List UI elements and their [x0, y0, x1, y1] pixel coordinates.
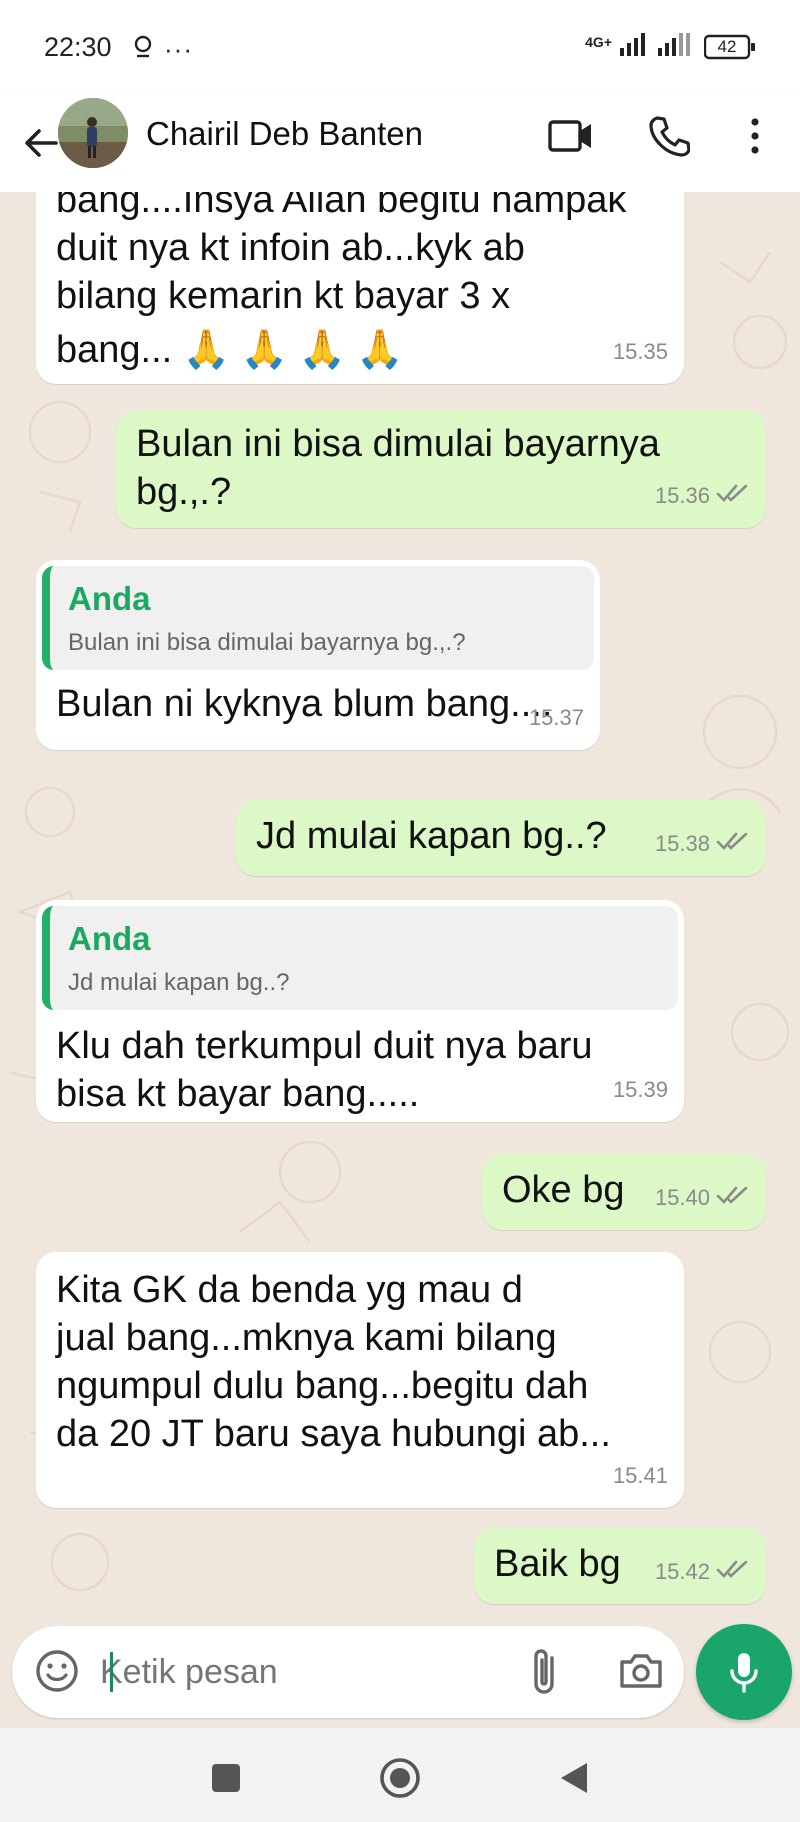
contact-avatar[interactable] — [58, 98, 128, 168]
message-line: Jd mulai kapan bg..? — [256, 815, 607, 857]
home-button[interactable] — [370, 1748, 430, 1808]
message-bubble-outgoing[interactable]: Jd mulai kapan bg..? 15.38 — [236, 800, 766, 876]
overflow-menu-button[interactable] — [728, 111, 782, 161]
message-time: 15.35 — [613, 328, 668, 376]
signal-icon-2 — [658, 32, 696, 61]
message-timestamp: 15.37 — [528, 705, 584, 730]
attach-button[interactable] — [522, 1646, 568, 1703]
contact-name[interactable]: Chairil Deb Banten — [146, 115, 423, 153]
message-line: bang....Insya Allah begitu nampak — [56, 192, 627, 221]
message-line: Bulan ini bisa dimulai bayarnya — [136, 423, 660, 465]
recents-button[interactable] — [196, 1748, 256, 1808]
more-notifications-icon: ··· — [164, 34, 193, 64]
status-left-icons: ··· — [132, 34, 193, 65]
message-text: Bulan ini bisa dimulai bayarnya bg.,.? — [136, 420, 660, 516]
message-timestamp: 15.35 — [612, 339, 668, 364]
message-composer — [12, 1626, 684, 1718]
camera-button[interactable] — [618, 1646, 664, 1699]
system-navigation-bar — [0, 1728, 800, 1822]
message-text: Klu dah terkumpul duit nya baru bisa kt … — [56, 1022, 593, 1118]
signal-icon — [620, 32, 650, 61]
quoted-author: Anda — [68, 580, 151, 617]
quoted-text: Jd mulai kapan bg..? — [68, 969, 290, 996]
back-nav-button[interactable] — [544, 1748, 604, 1808]
message-time: 15.37 — [529, 694, 584, 742]
message-line: bilang kemarin kt bayar 3 x — [56, 275, 511, 317]
message-line: duit nya kt infoin ab...kyk ab — [56, 227, 525, 269]
message-line: ngumpul dulu bang...begitu dah — [56, 1365, 589, 1407]
message-text: bang....Insya Allah begitu nampak duit n… — [56, 192, 626, 380]
message-bubble-incoming[interactable]: Anda Bulan ini bisa dimulai bayarnya bg.… — [36, 560, 600, 750]
message-text: Baik bg — [494, 1540, 621, 1588]
message-text: Bulan ni kyknya blum bang.... — [56, 680, 552, 728]
double-check-icon — [716, 1174, 750, 1222]
message-bubble-outgoing[interactable]: Baik bg 15.42 — [474, 1528, 766, 1604]
double-check-icon — [716, 820, 750, 868]
message-line: bg.,.? — [136, 471, 232, 513]
message-text: Oke bg — [502, 1166, 625, 1214]
message-timestamp: 15.42 — [654, 1559, 710, 1584]
message-bubble-incoming[interactable]: Kita GK da benda yg mau d jual bang...mk… — [36, 1252, 684, 1508]
voice-call-button[interactable] — [642, 111, 696, 161]
double-check-icon — [716, 472, 750, 520]
message-timestamp: 15.38 — [654, 831, 710, 856]
message-time: 15.41 — [613, 1452, 668, 1500]
message-time: 15.40 — [655, 1174, 750, 1222]
message-line: bang... 🙏 🙏 🙏 🙏 — [56, 329, 404, 371]
message-line: jual bang...mknya kami bilang — [56, 1317, 557, 1359]
quoted-author: Anda — [68, 920, 151, 957]
message-time: 15.38 — [655, 820, 750, 868]
battery-icon: 42 — [704, 34, 756, 60]
message-bubble-outgoing[interactable]: Bulan ini bisa dimulai bayarnya bg.,.? 1… — [116, 410, 766, 528]
quoted-message[interactable]: Anda Bulan ini bisa dimulai bayarnya bg.… — [42, 566, 594, 670]
message-timestamp: 15.39 — [612, 1077, 668, 1102]
text-caret — [110, 1652, 113, 1692]
message-bubble-incoming[interactable]: bang....Insya Allah begitu nampak duit n… — [36, 192, 684, 384]
message-line: Kita GK da benda yg mau d — [56, 1269, 523, 1311]
message-time: 15.42 — [655, 1548, 750, 1596]
quoted-message[interactable]: Anda Jd mulai kapan bg..? — [42, 906, 678, 1010]
double-check-icon — [716, 1548, 750, 1596]
location-icon — [132, 34, 154, 65]
message-timestamp: 15.36 — [654, 483, 710, 508]
message-text: Kita GK da benda yg mau d jual bang...mk… — [56, 1266, 611, 1458]
message-line: Oke bg — [502, 1169, 625, 1211]
status-bar: 22:30 ··· 4G+ 42 — [0, 0, 800, 96]
message-line: da 20 JT baru saya hubungi ab... — [56, 1413, 611, 1455]
message-list[interactable]: bang....Insya Allah begitu nampak duit n… — [0, 192, 800, 1628]
emoji-button[interactable] — [34, 1648, 80, 1699]
battery-level: 42 — [717, 36, 737, 56]
message-input[interactable] — [100, 1648, 500, 1696]
message-line: Baik bg — [494, 1543, 621, 1585]
status-time: 22:30 — [44, 32, 112, 62]
status-right-icons: 4G+ 42 — [585, 32, 756, 61]
message-bubble-incoming[interactable]: Anda Jd mulai kapan bg..? Klu dah terkum… — [36, 900, 684, 1122]
message-time: 15.36 — [655, 472, 750, 520]
video-call-button[interactable] — [544, 111, 598, 161]
message-timestamp: 15.41 — [612, 1463, 668, 1488]
message-bubble-outgoing[interactable]: Oke bg 15.40 — [482, 1154, 766, 1230]
message-line: Bulan ni kyknya blum bang.... — [56, 683, 553, 725]
message-time: 15.39 — [613, 1066, 668, 1114]
message-line: bisa kt bayar bang..... — [56, 1073, 420, 1115]
message-timestamp: 15.40 — [654, 1185, 710, 1210]
message-line: Klu dah terkumpul duit nya baru — [56, 1025, 593, 1067]
voice-record-button[interactable] — [696, 1624, 792, 1720]
network-type: 4G+ — [585, 34, 612, 50]
message-text: Jd mulai kapan bg..? — [256, 812, 607, 860]
quoted-text: Bulan ini bisa dimulai bayarnya bg.,.? — [68, 629, 466, 656]
